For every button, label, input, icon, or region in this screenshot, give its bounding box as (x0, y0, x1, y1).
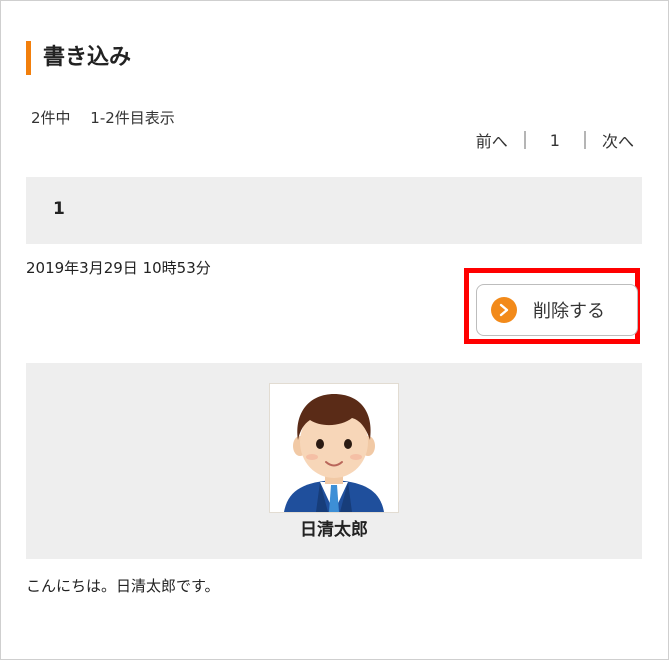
next-page-link[interactable]: 次へ (602, 128, 634, 152)
avatar (269, 383, 399, 513)
post-number-bar: 1 (26, 177, 642, 244)
post-number: 1 (53, 199, 65, 219)
pager-divider (523, 131, 526, 149)
prev-page-link[interactable]: 前へ (476, 128, 508, 152)
author-name: 日清太郎 (300, 520, 368, 540)
chevron-right-icon (491, 297, 517, 323)
author-profile: 日清太郎 (26, 363, 642, 559)
post-date: 2019年3月29日 10時53分 (26, 259, 211, 277)
delete-button-label: 削除する (533, 301, 605, 322)
delete-button[interactable]: 削除する (476, 284, 638, 336)
post-message: こんにちは。日清太郎です。 (26, 577, 220, 595)
section-title: 書き込み (26, 41, 131, 75)
pagination: 前へ 1 次へ (476, 128, 634, 152)
content-frame: 書き込み 2件中 1-2件目表示 前へ 1 次へ 1 2019年3月29日 10… (0, 0, 669, 660)
result-count: 2件中 1-2件目表示 (31, 109, 175, 127)
current-page-number[interactable]: 1 (550, 131, 560, 150)
pager-divider (583, 131, 586, 149)
